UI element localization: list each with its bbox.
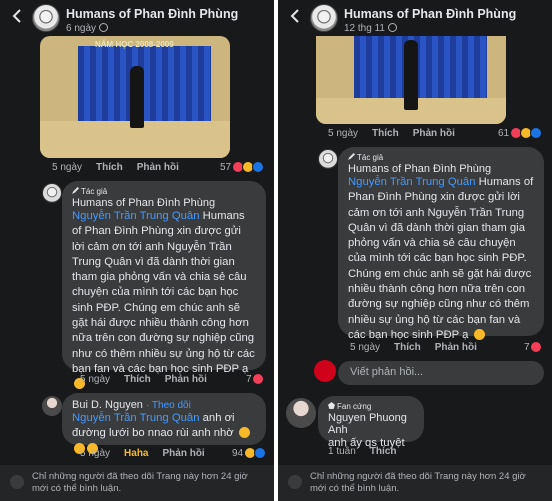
page-avatar[interactable] bbox=[32, 4, 60, 32]
mention-link[interactable]: Nguyễn Trần Trung Quân bbox=[348, 176, 475, 188]
user-comment: Bui D. Nguyen · Theo dõi Nguyễn Trần Tru… bbox=[62, 393, 266, 454]
photo-comment-actions: 5 ngày Thích Phản hồi bbox=[328, 128, 455, 139]
author-comment-actions: 5 ngày Thích Phản hồi bbox=[80, 374, 207, 385]
reply-button[interactable]: Phản hồi bbox=[413, 128, 455, 139]
reaction-count[interactable]: 7 bbox=[246, 373, 265, 385]
heart-reaction-icon bbox=[252, 373, 265, 385]
like-reaction-icon bbox=[529, 127, 542, 139]
reaction-count[interactable]: 57 bbox=[220, 161, 264, 173]
redacted-avatar bbox=[314, 360, 336, 382]
left-screenshot: Humans of Phan Đình Phùng 6 ngày NĂM HỌC… bbox=[0, 0, 274, 501]
like-button[interactable]: Thích bbox=[370, 446, 397, 457]
user-avatar[interactable] bbox=[42, 396, 62, 416]
reply-button[interactable]: Phản hồi bbox=[165, 374, 207, 385]
reaction-count[interactable]: 61 bbox=[498, 127, 542, 139]
comment-photo[interactable]: NĂM HỌC 2008-2009 bbox=[40, 36, 230, 158]
post-time: 12 thg 11 bbox=[344, 23, 397, 34]
reply-button[interactable]: Phản hồi bbox=[162, 448, 204, 459]
restriction-note: Chỉ những người đã theo dõi Trang này hơ… bbox=[310, 471, 526, 494]
user-avatar[interactable] bbox=[286, 398, 316, 428]
mention-link[interactable]: Nguyễn Trần Trung Quân bbox=[72, 412, 199, 424]
author-avatar[interactable] bbox=[42, 183, 62, 203]
heart-reaction-icon bbox=[530, 341, 543, 353]
author-comment: Tác giả Humans of Phan Đình Phùng Nguyễn… bbox=[338, 147, 544, 341]
page-title[interactable]: Humans of Phan Đình Phùng bbox=[66, 7, 238, 21]
reply-button[interactable]: Phản hồi bbox=[435, 342, 477, 353]
haha-button[interactable]: Haha bbox=[124, 448, 148, 459]
like-button[interactable]: Thích bbox=[96, 162, 123, 173]
lock-icon bbox=[10, 475, 24, 489]
comment-restriction-footer: Chỉ những người đã theo dõi Trang này hơ… bbox=[0, 465, 274, 501]
comment-text: Nguyễn Trần Trung Quân Humans of Phan Đì… bbox=[348, 176, 534, 341]
fan-comment: Fan cứng Nguyen Phuong Anh anh ấy qs tuy… bbox=[318, 396, 424, 449]
comment-author[interactable]: Humans of Phan Đình Phùng bbox=[72, 197, 256, 209]
lock-icon bbox=[288, 475, 302, 489]
comment-restriction-footer: Chỉ những người đã theo dõi Trang này hơ… bbox=[278, 465, 552, 501]
author-avatar[interactable] bbox=[318, 149, 338, 169]
page-title[interactable]: Humans of Phan Đình Phùng bbox=[344, 7, 516, 21]
globe-icon bbox=[387, 23, 397, 32]
fan-comment-actions: 1 tuần Thích bbox=[328, 446, 397, 457]
emoji-icon bbox=[473, 328, 485, 340]
globe-icon bbox=[99, 23, 109, 32]
comment-photo[interactable] bbox=[316, 36, 506, 124]
reply-input[interactable]: Viết phản hồi... bbox=[338, 361, 544, 385]
back-arrow-icon[interactable] bbox=[287, 8, 303, 24]
post-time: 6 ngày bbox=[66, 23, 109, 34]
mention-link[interactable]: Nguyễn Trần Trung Quân bbox=[72, 210, 199, 222]
user-comment-actions: 5 ngày Haha Phản hồi bbox=[80, 448, 205, 459]
page-header: Humans of Phan Đình Phùng 6 ngày bbox=[0, 0, 274, 36]
author-badge: Tác giả bbox=[348, 153, 534, 162]
reaction-count[interactable]: 94 bbox=[232, 447, 266, 459]
author-comment: Tác giả Humans of Phan Đình Phùng Nguyễn… bbox=[62, 181, 266, 390]
author-comment-actions: 5 ngày Thích Phản hồi bbox=[350, 342, 477, 353]
photo-comment-actions: 5 ngày Thích Phản hồi bbox=[52, 162, 179, 173]
reply-button[interactable]: Phản hồi bbox=[137, 162, 179, 173]
emoji-icon bbox=[238, 427, 250, 439]
comment-author[interactable]: Nguyen Phuong Anh bbox=[328, 412, 414, 436]
like-reaction-icon bbox=[251, 161, 264, 173]
page-header: Humans of Phan Đình Phùng 12 thg 11 bbox=[278, 0, 552, 36]
page-avatar[interactable] bbox=[310, 4, 338, 32]
reaction-count[interactable]: 7 bbox=[524, 341, 543, 353]
like-button[interactable]: Thích bbox=[124, 374, 151, 385]
comment-author[interactable]: Bui D. Nguyen bbox=[72, 399, 143, 411]
back-arrow-icon[interactable] bbox=[9, 8, 25, 24]
photo-banner: NĂM HỌC 2008-2009 bbox=[95, 40, 174, 49]
follow-link[interactable]: · Theo dõi bbox=[146, 400, 191, 411]
like-button[interactable]: Thích bbox=[372, 128, 399, 139]
fan-badge: Fan cứng bbox=[328, 402, 414, 411]
comment-text: Nguyễn Trần Trung Quân Humans of Phan Đì… bbox=[72, 209, 256, 393]
restriction-note: Chỉ những người đã theo dõi Trang này hơ… bbox=[32, 471, 248, 494]
like-reaction-icon bbox=[253, 447, 266, 459]
like-button[interactable]: Thích bbox=[394, 342, 421, 353]
author-badge: Tác giả bbox=[72, 187, 256, 196]
comment-author[interactable]: Humans of Phan Đình Phùng bbox=[348, 163, 534, 175]
right-screenshot: Humans of Phan Đình Phùng 12 thg 11 5 ng… bbox=[278, 0, 552, 501]
